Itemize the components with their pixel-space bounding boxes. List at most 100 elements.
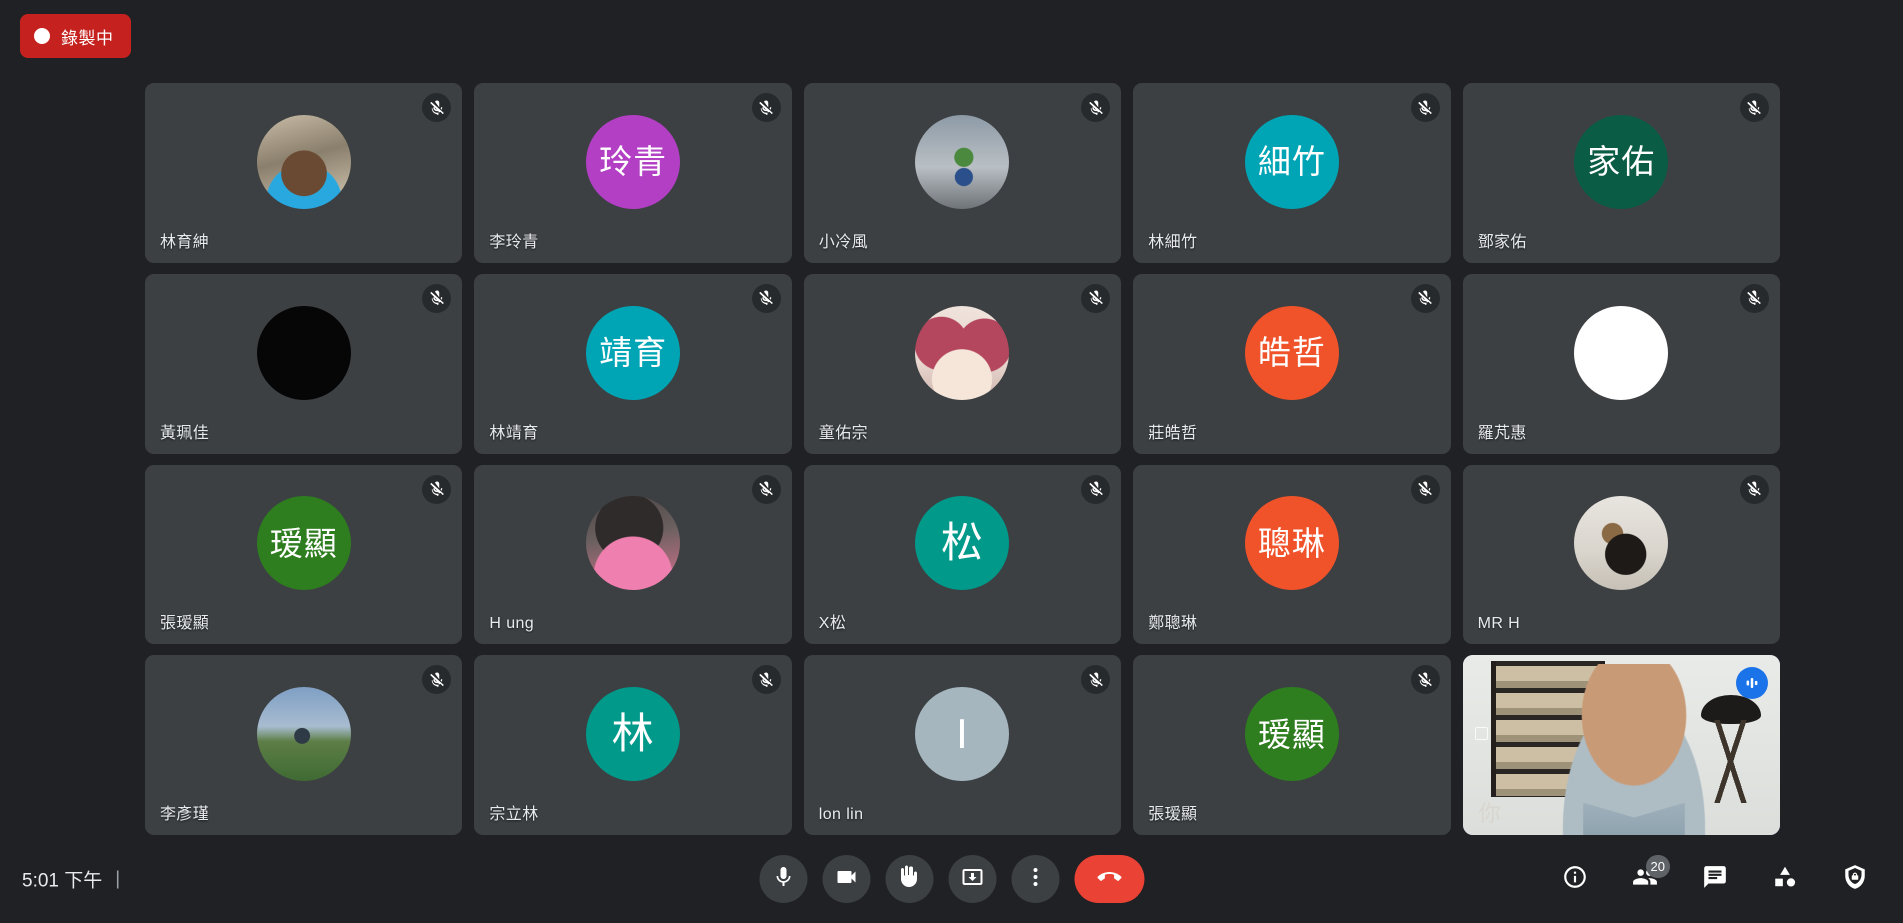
mic-off-icon	[1081, 474, 1111, 504]
mic-off-icon	[751, 93, 781, 122]
participant-tile[interactable]: 瑷顯張瑷顯	[1133, 655, 1451, 835]
participant-avatar-initials	[1574, 305, 1669, 400]
participant-name: 小冷風	[818, 233, 868, 251]
current-time: 5:01 下午	[22, 870, 103, 892]
more-options-button[interactable]	[1011, 855, 1059, 903]
participant-name: 林細竹	[1148, 233, 1198, 251]
present-screen-icon	[960, 865, 984, 894]
participants-button[interactable]: 20	[1623, 855, 1670, 901]
participant-name: X松	[818, 615, 847, 633]
meeting-info-status: 5:01 下午 |	[22, 866, 133, 893]
activities-button[interactable]	[1763, 857, 1807, 901]
panel-controls: 20	[1553, 855, 1877, 901]
participant-tile[interactable]: H ung	[474, 464, 792, 645]
participant-avatar-photo	[256, 114, 351, 209]
participant-tile[interactable]: Ilon lin	[803, 655, 1122, 835]
mic-off-icon	[751, 474, 781, 504]
participant-avatar-initials: 松	[915, 496, 1010, 591]
mic-off-icon	[1739, 474, 1769, 504]
mic-off-icon	[1410, 474, 1440, 504]
participant-tile[interactable]: 靖育林靖育	[474, 273, 792, 454]
participant-avatar-initials: 皓哲	[1244, 305, 1339, 400]
mic-off-icon	[1739, 93, 1769, 122]
participant-name: MR H	[1477, 615, 1521, 633]
pin-icon[interactable]	[1475, 727, 1489, 741]
participant-name: 李彥瑾	[160, 806, 210, 823]
participant-name: 張瑷顯	[160, 615, 210, 633]
participant-avatar-initials: 家佑	[1574, 114, 1669, 209]
participant-tile[interactable]: 瑷顯張瑷顯	[145, 464, 463, 645]
host-controls-button[interactable]	[1833, 857, 1877, 901]
recording-badge[interactable]: 錄製中	[20, 14, 131, 58]
participant-avatar-photo	[915, 114, 1010, 209]
participant-name: 黃珮佳	[160, 424, 210, 442]
participant-name: 林育紳	[160, 233, 210, 251]
mic-off-icon	[1739, 283, 1769, 313]
mic-off-icon	[1410, 665, 1440, 695]
time-separator: |	[115, 868, 121, 889]
more-vertical-icon	[1023, 865, 1047, 894]
participant-avatar-initials: 瑷顯	[256, 496, 351, 591]
participant-tile[interactable]: 松 X松	[803, 464, 1122, 645]
participant-name: H ung	[489, 615, 535, 633]
recording-label: 錄製中	[61, 28, 114, 48]
audio-level-icon	[1735, 667, 1768, 700]
participant-avatar-initials: 瑷顯	[1244, 687, 1339, 782]
participant-name: 鄭聰琳	[1148, 615, 1198, 633]
participant-avatar-initials: 細竹	[1244, 114, 1339, 209]
participant-tile[interactable]: 羅芃惠	[1462, 273, 1780, 454]
participant-name: 童佑宗	[818, 424, 868, 442]
participant-tile[interactable]: 小冷風	[803, 83, 1122, 263]
meeting-details-button[interactable]	[1553, 857, 1597, 901]
participant-name: 宗立林	[489, 806, 539, 823]
info-icon	[1562, 864, 1588, 895]
raise-hand-button[interactable]	[885, 855, 933, 903]
participant-tile[interactable]: 聰琳鄭聰琳	[1133, 464, 1451, 645]
mic-off-icon	[751, 665, 781, 695]
participant-tile[interactable]: 林育紳	[145, 83, 463, 263]
leave-call-button[interactable]	[1074, 855, 1144, 903]
participant-avatar-photo	[1574, 496, 1669, 591]
participant-name: 林靖育	[489, 424, 539, 442]
participant-tile[interactable]: 家佑 鄧家佑	[1462, 83, 1780, 263]
participant-avatar-initials	[256, 305, 351, 400]
participant-avatar-initials: 林	[586, 687, 681, 782]
participant-tile[interactable]: 玲青 李玲青	[474, 83, 792, 263]
participant-tile[interactable]: 黃珮佳	[145, 273, 463, 454]
present-now-button[interactable]	[948, 855, 996, 903]
participant-tile[interactable]: 皓哲 莊皓哲	[1133, 273, 1451, 454]
microphone-button[interactable]	[759, 855, 807, 903]
camera-button[interactable]	[822, 855, 870, 903]
participant-tile[interactable]: 李彥瑾	[145, 655, 463, 835]
participant-avatar-photo	[256, 687, 351, 782]
participant-tile[interactable]: 細竹林細竹	[1133, 83, 1451, 263]
participant-grid: 林育紳 玲青 李玲青 小冷風 細竹 林細竹 家佑 鄧家佑 黃珮佳 靖育 林靖育 童佑宗 皓哲 莊皓哲 羅芃惠…	[145, 83, 1780, 835]
call-controls	[759, 855, 1144, 903]
mic-off-icon	[1410, 283, 1440, 313]
participant-name: lon lin	[818, 806, 864, 823]
chat-button[interactable]	[1693, 857, 1737, 901]
self-view-tile[interactable]: 你	[1462, 655, 1780, 835]
participant-tile[interactable]: 林宗立林	[474, 655, 792, 835]
mic-icon	[771, 865, 795, 894]
participant-name: 張瑷顯	[1148, 806, 1198, 823]
mic-off-icon	[422, 665, 452, 695]
participant-avatar-photo	[586, 496, 681, 591]
participant-avatar-photo	[915, 305, 1010, 400]
participant-tile[interactable]: MR H	[1462, 464, 1780, 645]
participants-count-badge: 20	[1645, 855, 1670, 878]
participant-name: 羅芃惠	[1477, 424, 1527, 442]
record-dot-icon	[34, 28, 50, 44]
shield-lock-icon	[1842, 864, 1868, 895]
participant-avatar-initials: 靖育	[586, 305, 681, 400]
chat-bubble-icon	[1702, 864, 1728, 895]
end-call-icon	[1097, 865, 1121, 894]
mic-off-icon	[422, 93, 452, 122]
video-camera-icon	[834, 865, 858, 894]
participant-name: 李玲青	[489, 233, 539, 251]
participant-tile[interactable]: 童佑宗	[803, 273, 1122, 454]
mic-off-icon	[1410, 93, 1440, 122]
participant-avatar-initials: 聰琳	[1244, 496, 1339, 591]
self-video-overlay-text: 你	[1478, 800, 1501, 826]
self-video-feed: 你	[1462, 655, 1780, 835]
